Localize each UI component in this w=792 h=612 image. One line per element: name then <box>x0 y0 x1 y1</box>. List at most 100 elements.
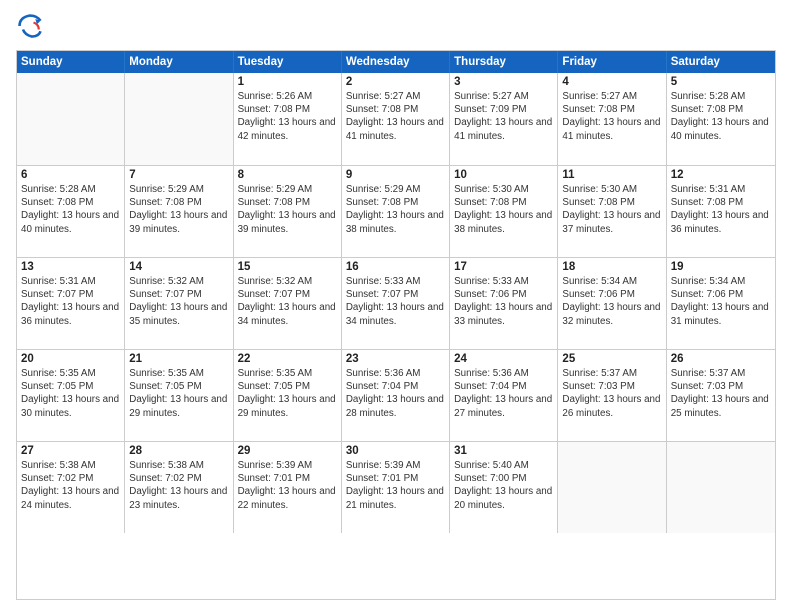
day-info: Sunrise: 5:28 AM Sunset: 7:08 PM Dayligh… <box>21 183 120 236</box>
calendar-cell: 1 Sunrise: 5:26 AM Sunset: 7:08 PM Daylig… <box>234 73 342 165</box>
day-info: Sunrise: 5:35 AM Sunset: 7:05 PM Dayligh… <box>129 367 228 420</box>
day-info: Sunrise: 5:35 AM Sunset: 7:05 PM Dayligh… <box>21 367 120 420</box>
day-number: 10 <box>454 169 553 181</box>
logo <box>16 12 48 40</box>
calendar-cell: 4Sunrise: 5:27 AM Sunset: 7:08 PM Daylig… <box>558 73 666 165</box>
day-number: 23 <box>346 353 445 365</box>
calendar-cell: 3 Sunrise: 5:27 AM Sunset: 7:09 PM Daylig… <box>450 73 558 165</box>
day-info: Sunrise: 5:38 AM Sunset: 7:02 PM Dayligh… <box>21 459 120 512</box>
header-day-monday: Monday <box>125 51 233 73</box>
calendar-header: SundayMondayTuesdayWednesdayThursdayFrid… <box>17 51 775 73</box>
header-day-thursday: Thursday <box>450 51 558 73</box>
calendar-cell <box>125 73 233 165</box>
header-day-saturday: Saturday <box>667 51 775 73</box>
day-info: Sunrise: 5:28 AM Sunset: 7:08 PM Dayligh… <box>671 90 771 143</box>
calendar-week-5: 27 Sunrise: 5:38 AM Sunset: 7:02 PM Dayli… <box>17 441 775 533</box>
day-number: 14 <box>129 261 228 273</box>
day-number: 17 <box>454 261 553 273</box>
header-day-friday: Friday <box>558 51 666 73</box>
calendar-cell: 21 Sunrise: 5:35 AM Sunset: 7:05 PM Dayli… <box>125 350 233 441</box>
calendar-cell: 29 Sunrise: 5:39 AM Sunset: 7:01 PM Dayli… <box>234 442 342 533</box>
day-info: Sunrise: 5:39 AM Sunset: 7:01 PM Dayligh… <box>238 459 337 512</box>
day-info: Sunrise: 5:34 AM Sunset: 7:06 PM Dayligh… <box>562 275 661 328</box>
calendar-week-3: 13Sunrise: 5:31 AM Sunset: 7:07 PM Dayli… <box>17 257 775 349</box>
calendar-cell: 5Sunrise: 5:28 AM Sunset: 7:08 PM Daylig… <box>667 73 775 165</box>
day-info: Sunrise: 5:32 AM Sunset: 7:07 PM Dayligh… <box>238 275 337 328</box>
day-info: Sunrise: 5:34 AM Sunset: 7:06 PM Dayligh… <box>671 275 771 328</box>
day-number: 11 <box>562 169 661 181</box>
day-info: Sunrise: 5:26 AM Sunset: 7:08 PM Dayligh… <box>238 90 337 143</box>
day-number: 9 <box>346 169 445 181</box>
logo-icon <box>16 12 44 40</box>
day-number: 15 <box>238 261 337 273</box>
day-info: Sunrise: 5:27 AM Sunset: 7:09 PM Dayligh… <box>454 90 553 143</box>
calendar-cell: 23 Sunrise: 5:36 AM Sunset: 7:04 PM Dayli… <box>342 350 450 441</box>
header-day-wednesday: Wednesday <box>342 51 450 73</box>
day-info: Sunrise: 5:40 AM Sunset: 7:00 PM Dayligh… <box>454 459 553 512</box>
calendar-week-4: 20 Sunrise: 5:35 AM Sunset: 7:05 PM Dayli… <box>17 349 775 441</box>
calendar-cell: 31 Sunrise: 5:40 AM Sunset: 7:00 PM Dayli… <box>450 442 558 533</box>
day-number: 31 <box>454 445 553 457</box>
calendar-cell: 17 Sunrise: 5:33 AM Sunset: 7:06 PM Dayli… <box>450 258 558 349</box>
day-info: Sunrise: 5:27 AM Sunset: 7:08 PM Dayligh… <box>346 90 445 143</box>
header-day-sunday: Sunday <box>17 51 125 73</box>
calendar-cell: 26 Sunrise: 5:37 AM Sunset: 7:03 PM Dayli… <box>667 350 775 441</box>
calendar-cell: 10 Sunrise: 5:30 AM Sunset: 7:08 PM Dayli… <box>450 166 558 257</box>
calendar-cell: 18 Sunrise: 5:34 AM Sunset: 7:06 PM Dayli… <box>558 258 666 349</box>
day-number: 30 <box>346 445 445 457</box>
day-number: 28 <box>129 445 228 457</box>
day-number: 20 <box>21 353 120 365</box>
calendar-cell: 22 Sunrise: 5:35 AM Sunset: 7:05 PM Dayli… <box>234 350 342 441</box>
day-number: 6 <box>21 169 120 181</box>
calendar-cell: 14 Sunrise: 5:32 AM Sunset: 7:07 PM Dayli… <box>125 258 233 349</box>
calendar-cell: 20 Sunrise: 5:35 AM Sunset: 7:05 PM Dayli… <box>17 350 125 441</box>
day-info: Sunrise: 5:31 AM Sunset: 7:08 PM Dayligh… <box>671 183 771 236</box>
day-number: 12 <box>671 169 771 181</box>
day-number: 1 <box>238 76 337 88</box>
day-info: Sunrise: 5:33 AM Sunset: 7:06 PM Dayligh… <box>454 275 553 328</box>
day-number: 8 <box>238 169 337 181</box>
day-info: Sunrise: 5:27 AM Sunset: 7:08 PM Dayligh… <box>562 90 661 143</box>
calendar-cell: 9 Sunrise: 5:29 AM Sunset: 7:08 PM Daylig… <box>342 166 450 257</box>
calendar-cell: 13Sunrise: 5:31 AM Sunset: 7:07 PM Dayli… <box>17 258 125 349</box>
calendar-week-2: 6 Sunrise: 5:28 AM Sunset: 7:08 PM Daylig… <box>17 165 775 257</box>
day-info: Sunrise: 5:36 AM Sunset: 7:04 PM Dayligh… <box>346 367 445 420</box>
day-info: Sunrise: 5:30 AM Sunset: 7:08 PM Dayligh… <box>454 183 553 236</box>
calendar-cell: 16 Sunrise: 5:33 AM Sunset: 7:07 PM Dayli… <box>342 258 450 349</box>
day-number: 16 <box>346 261 445 273</box>
day-number: 27 <box>21 445 120 457</box>
day-number: 2 <box>346 76 445 88</box>
calendar-cell: 11 Sunrise: 5:30 AM Sunset: 7:08 PM Dayli… <box>558 166 666 257</box>
calendar-cell: 6 Sunrise: 5:28 AM Sunset: 7:08 PM Daylig… <box>17 166 125 257</box>
day-info: Sunrise: 5:37 AM Sunset: 7:03 PM Dayligh… <box>671 367 771 420</box>
calendar-cell: 19Sunrise: 5:34 AM Sunset: 7:06 PM Dayli… <box>667 258 775 349</box>
day-info: Sunrise: 5:29 AM Sunset: 7:08 PM Dayligh… <box>129 183 228 236</box>
day-info: Sunrise: 5:36 AM Sunset: 7:04 PM Dayligh… <box>454 367 553 420</box>
day-number: 22 <box>238 353 337 365</box>
header-day-tuesday: Tuesday <box>234 51 342 73</box>
calendar-cell: 8 Sunrise: 5:29 AM Sunset: 7:08 PM Daylig… <box>234 166 342 257</box>
calendar-week-1: 1 Sunrise: 5:26 AM Sunset: 7:08 PM Daylig… <box>17 73 775 165</box>
day-info: Sunrise: 5:29 AM Sunset: 7:08 PM Dayligh… <box>238 183 337 236</box>
day-info: Sunrise: 5:32 AM Sunset: 7:07 PM Dayligh… <box>129 275 228 328</box>
day-info: Sunrise: 5:35 AM Sunset: 7:05 PM Dayligh… <box>238 367 337 420</box>
day-number: 3 <box>454 76 553 88</box>
day-info: Sunrise: 5:30 AM Sunset: 7:08 PM Dayligh… <box>562 183 661 236</box>
day-info: Sunrise: 5:39 AM Sunset: 7:01 PM Dayligh… <box>346 459 445 512</box>
calendar-page: SundayMondayTuesdayWednesdayThursdayFrid… <box>0 0 792 612</box>
calendar-cell <box>17 73 125 165</box>
day-number: 26 <box>671 353 771 365</box>
day-info: Sunrise: 5:29 AM Sunset: 7:08 PM Dayligh… <box>346 183 445 236</box>
day-number: 18 <box>562 261 661 273</box>
calendar-cell: 28 Sunrise: 5:38 AM Sunset: 7:02 PM Dayli… <box>125 442 233 533</box>
day-number: 21 <box>129 353 228 365</box>
day-number: 29 <box>238 445 337 457</box>
calendar-cell <box>667 442 775 533</box>
day-info: Sunrise: 5:38 AM Sunset: 7:02 PM Dayligh… <box>129 459 228 512</box>
day-info: Sunrise: 5:33 AM Sunset: 7:07 PM Dayligh… <box>346 275 445 328</box>
calendar-cell: 12 Sunrise: 5:31 AM Sunset: 7:08 PM Dayli… <box>667 166 775 257</box>
calendar-cell <box>558 442 666 533</box>
calendar-cell: 15 Sunrise: 5:32 AM Sunset: 7:07 PM Dayli… <box>234 258 342 349</box>
calendar-cell: 27 Sunrise: 5:38 AM Sunset: 7:02 PM Dayli… <box>17 442 125 533</box>
day-number: 24 <box>454 353 553 365</box>
